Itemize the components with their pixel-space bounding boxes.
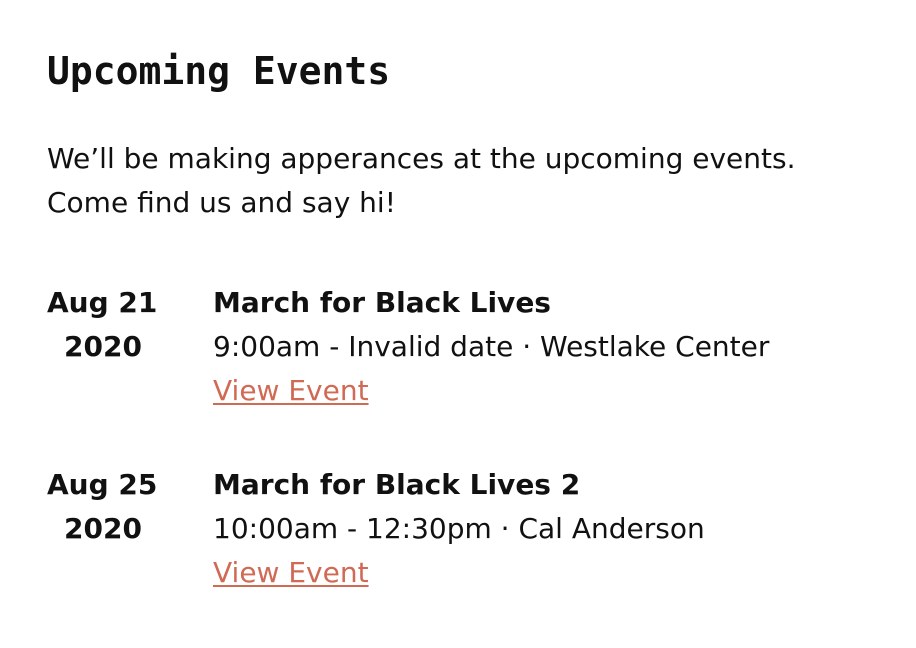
event-item: Aug 21 2020 March for Black Lives 9:00am… <box>47 281 887 413</box>
event-time-location: 9:00am - Invalid date · Westlake Center <box>213 330 770 363</box>
events-page: Upcoming Events We’ll be making apperanc… <box>47 47 887 645</box>
event-details: March for Black Lives 2 10:00am - 12:30p… <box>213 463 705 595</box>
event-title: March for Black Lives 2 <box>213 468 581 501</box>
page-title: Upcoming Events <box>47 49 391 93</box>
event-time-location: 10:00am - 12:30pm · Cal Anderson <box>213 512 705 545</box>
event-title: March for Black Lives <box>213 286 551 319</box>
event-date-day: Aug 21 <box>47 286 158 319</box>
event-date-year: 2020 <box>64 330 142 363</box>
events-list: Aug 21 2020 March for Black Lives 9:00am… <box>47 281 887 595</box>
event-date-day: Aug 25 <box>47 468 158 501</box>
view-event-link[interactable]: View Event <box>213 369 369 413</box>
event-details: March for Black Lives 9:00am - Invalid d… <box>213 281 769 413</box>
event-date: Aug 25 2020 <box>47 463 213 595</box>
event-date-year: 2020 <box>64 512 142 545</box>
event-date: Aug 21 2020 <box>47 281 213 413</box>
view-event-link[interactable]: View Event <box>213 551 369 595</box>
intro-text: We’ll be making apperances at the upcomi… <box>47 142 796 219</box>
event-item: Aug 25 2020 March for Black Lives 2 10:0… <box>47 463 887 595</box>
